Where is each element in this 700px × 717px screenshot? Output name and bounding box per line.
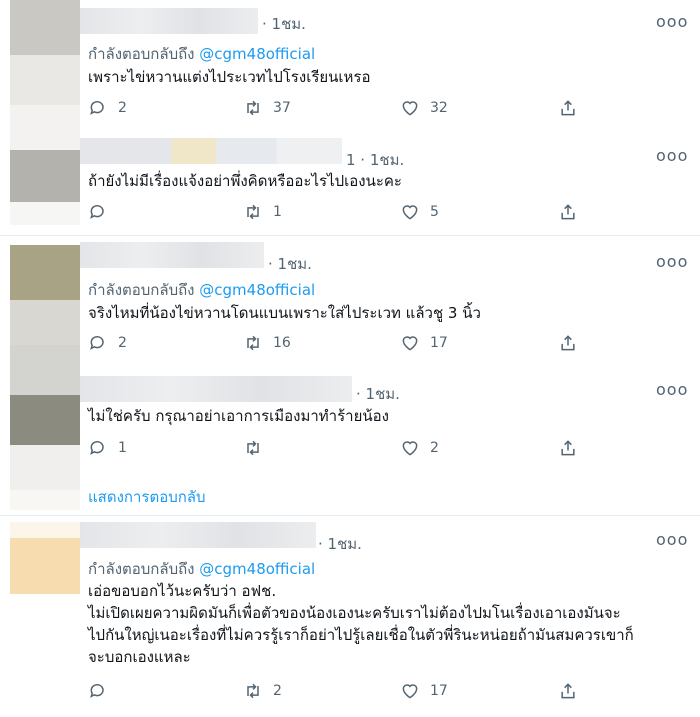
more-options-icon[interactable]: ooo — [656, 530, 688, 549]
user-name-blurred[interactable] — [80, 376, 352, 402]
tweet-time[interactable]: · 1ชม. — [268, 252, 312, 276]
avatar[interactable] — [10, 245, 80, 510]
tweet-actions: 1 5 — [88, 202, 588, 226]
tweet-time[interactable]: · 1ชม. — [318, 532, 362, 556]
reply-to-label: กำลังตอบกลับถึง — [88, 45, 195, 63]
share-button[interactable] — [558, 681, 588, 701]
tweet-text-line: ไม่เปิดเผยความผิดมันก็เพื่อตัวของน้องเอง… — [88, 604, 621, 622]
tweet-text-line: ไปกันใหญ่เนอะเรื่องที่ไม่ควรรู้เราก็อย่า… — [88, 626, 634, 644]
reply-icon — [90, 440, 104, 455]
tweet-text: เพราะไข่หวานแต่งไประเวทไปโรงเรียนเหรอ — [88, 68, 371, 86]
reply-icon — [90, 100, 104, 115]
reply-to-line: กำลังตอบกลับถึง @cgm48official — [88, 42, 315, 66]
reply-handle-link[interactable]: @cgm48official — [199, 281, 315, 299]
like-count: 5 — [430, 204, 439, 220]
like-button[interactable]: 17 — [400, 333, 448, 353]
like-count: 2 — [430, 440, 439, 456]
tweet-text-line: เอ่อขอบอกไว้นะครับว่า อฟช. — [88, 582, 277, 600]
like-button[interactable]: 5 — [400, 202, 439, 222]
share-icon — [561, 204, 575, 220]
avatar[interactable] — [10, 0, 80, 225]
share-icon — [561, 335, 575, 351]
retweet-count: 16 — [273, 335, 291, 351]
more-options-icon[interactable]: ooo — [656, 146, 688, 165]
reply-button[interactable]: 1 — [88, 438, 127, 458]
reply-icon — [90, 204, 104, 219]
share-button[interactable] — [558, 438, 588, 458]
user-name-blurred[interactable] — [80, 8, 258, 34]
reply-to-line: กำลังตอบกลับถึง @cgm48official — [88, 278, 315, 302]
tweet-actions: 2 37 32 — [88, 98, 588, 122]
tweet-time[interactable]: · 1ชม. — [262, 12, 306, 36]
reply-button[interactable] — [88, 681, 118, 701]
retweet-count: 1 — [273, 204, 282, 220]
tweet-text: ไม่ใช่ครับ กรุณาอย่าเอาการเมืองมาทำร้ายน… — [88, 407, 389, 425]
user-name-blurred[interactable] — [80, 522, 316, 548]
share-button[interactable] — [558, 98, 588, 118]
like-count: 32 — [430, 100, 448, 116]
share-icon — [561, 100, 575, 116]
retweet-icon — [247, 683, 259, 699]
show-replies-link[interactable]: แสดงการตอบกลับ — [88, 485, 206, 509]
tweet-time[interactable]: · 1ชม. — [356, 382, 400, 406]
tweet-actions: 2 16 17 — [88, 333, 588, 357]
like-button[interactable]: 32 — [400, 98, 448, 118]
retweet-count: 2 — [273, 683, 282, 699]
heart-icon — [402, 205, 418, 220]
heart-icon — [402, 336, 418, 351]
more-options-icon[interactable]: ooo — [656, 252, 688, 271]
like-count: 17 — [430, 335, 448, 351]
user-name-blurred[interactable] — [80, 138, 342, 164]
retweet-icon — [247, 440, 259, 456]
share-button[interactable] — [558, 333, 588, 353]
retweet-button[interactable] — [243, 438, 273, 458]
reply-button[interactable]: 2 — [88, 98, 127, 118]
share-icon — [561, 683, 575, 699]
tweet-time[interactable]: 1 · 1ชม. — [346, 148, 404, 172]
heart-icon — [402, 684, 418, 699]
thread-divider — [0, 235, 700, 236]
retweet-icon — [247, 204, 259, 220]
tweet-text: เอ่อขอบอกไว้นะครับว่า อฟช. ไม่เปิดเผยควา… — [88, 580, 678, 668]
retweet-icon — [247, 335, 259, 351]
like-button[interactable]: 17 — [400, 681, 448, 701]
more-options-icon[interactable]: ooo — [656, 12, 688, 31]
tweet-actions: 2 17 — [88, 681, 588, 705]
thread-divider — [0, 515, 700, 516]
heart-icon — [402, 101, 418, 116]
reply-to-label: กำลังตอบกลับถึง — [88, 560, 195, 578]
tweet-text: จริงไหมที่น้องไข่หวานโดนแบนเพราะใส่ไประเ… — [88, 304, 481, 322]
reply-button[interactable]: 2 — [88, 333, 127, 353]
retweet-button[interactable]: 37 — [243, 98, 291, 118]
reply-count: 2 — [118, 335, 127, 351]
tweet-text: ถ้ายังไม่มีเรื่องแจ้งอย่าพึ่งคิดหรืออะไร… — [88, 172, 402, 190]
retweet-button[interactable]: 2 — [243, 681, 282, 701]
retweet-button[interactable]: 16 — [243, 333, 291, 353]
reply-handle-link[interactable]: @cgm48official — [199, 45, 315, 63]
reply-to-label: กำลังตอบกลับถึง — [88, 281, 195, 299]
retweet-button[interactable]: 1 — [243, 202, 282, 222]
retweet-icon — [247, 100, 259, 116]
tweet-text-line: จะบอกเองแหละ — [88, 648, 191, 666]
more-options-icon[interactable]: ooo — [656, 380, 688, 399]
user-name-blurred[interactable] — [80, 242, 264, 268]
share-icon — [561, 440, 575, 456]
tweet-actions: 1 2 — [88, 438, 588, 462]
reply-handle-link[interactable]: @cgm48official — [199, 560, 315, 578]
retweet-count: 37 — [273, 100, 291, 116]
reply-count: 2 — [118, 100, 127, 116]
avatar[interactable] — [10, 522, 80, 717]
like-count: 17 — [430, 683, 448, 699]
heart-icon — [402, 441, 418, 456]
reply-button[interactable] — [88, 202, 118, 222]
reply-icon — [90, 335, 104, 350]
reply-to-line: กำลังตอบกลับถึง @cgm48official — [88, 557, 315, 581]
share-button[interactable] — [558, 202, 588, 222]
reply-icon — [90, 683, 104, 698]
reply-count: 1 — [118, 440, 127, 456]
like-button[interactable]: 2 — [400, 438, 439, 458]
